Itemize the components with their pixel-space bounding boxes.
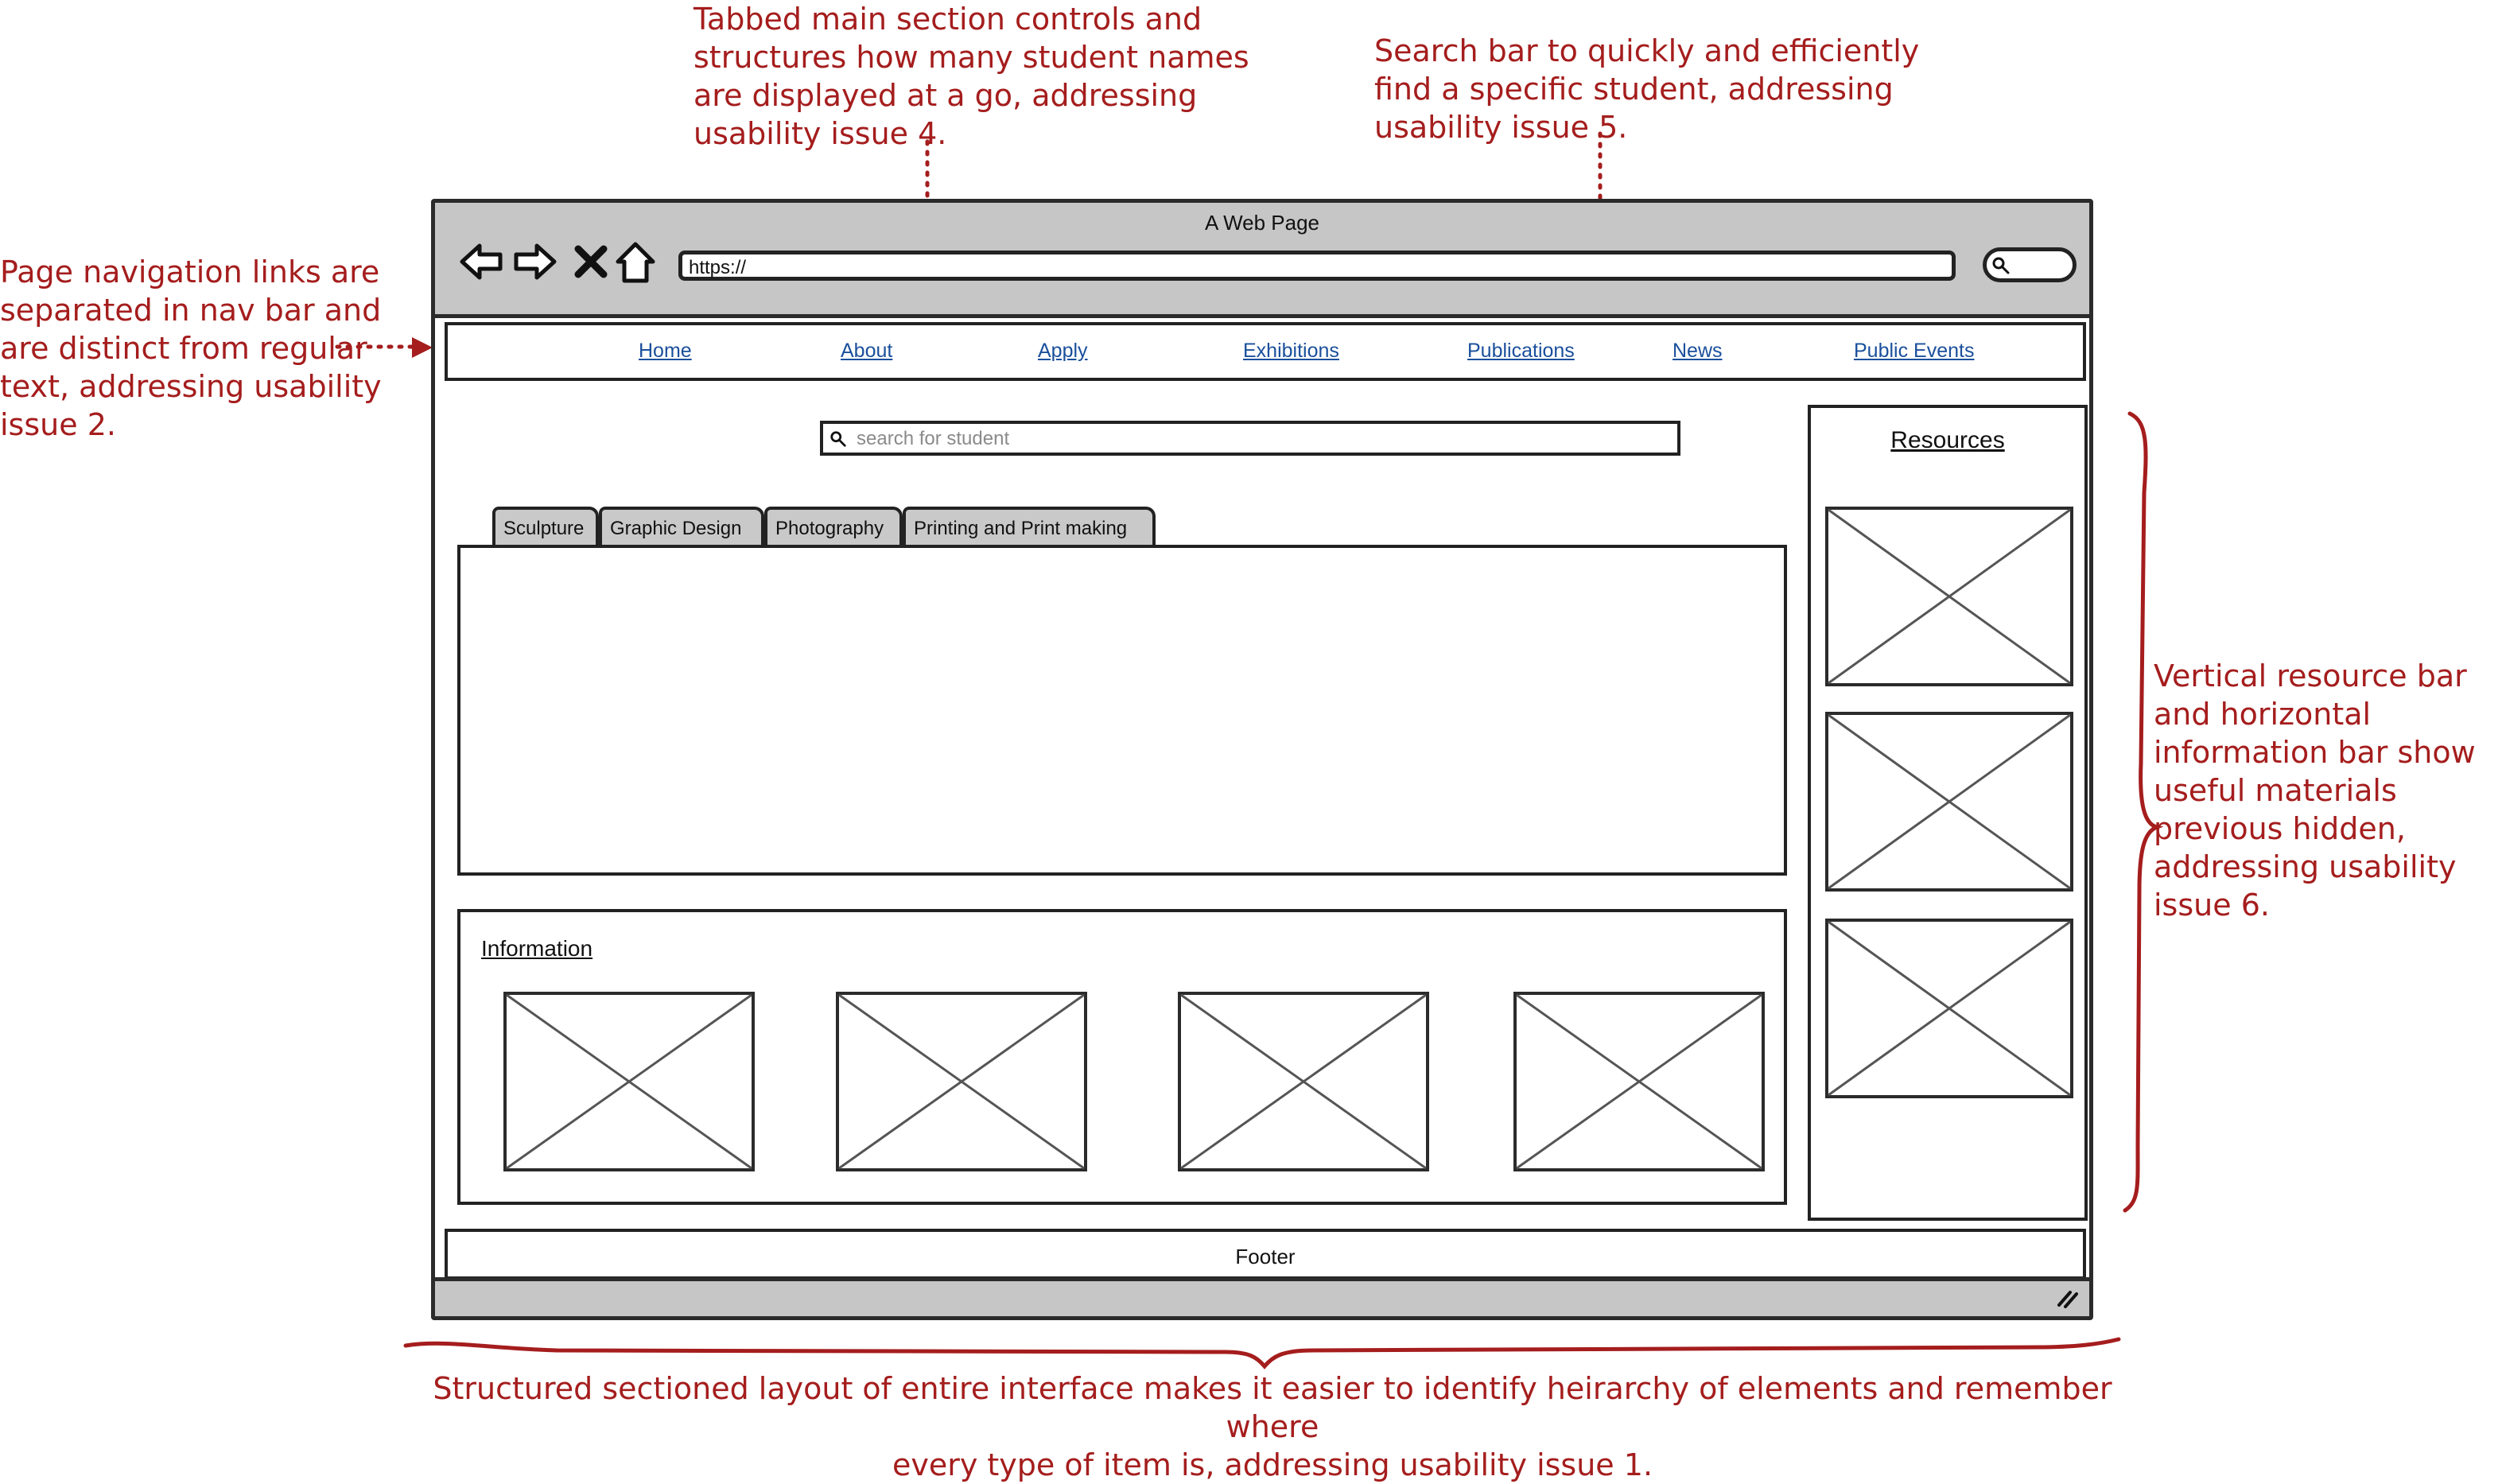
- footer-label: Footer: [1235, 1245, 1296, 1268]
- resize-grip-icon[interactable]: [2054, 1288, 2078, 1308]
- window-title: A Web Page: [1204, 211, 1320, 235]
- forward-arrow-icon[interactable]: [511, 238, 559, 286]
- footer: Footer: [445, 1229, 2086, 1280]
- nav-arrowhead: [412, 337, 433, 358]
- tab-graphic-design[interactable]: Graphic Design: [599, 507, 764, 546]
- resources-title: Resources: [1890, 427, 2005, 453]
- image-placeholder: [1513, 992, 1765, 1171]
- home-icon[interactable]: [612, 238, 659, 286]
- nav-link-public-events[interactable]: Public Events: [1854, 340, 1974, 363]
- url-text: https://: [689, 257, 747, 278]
- tab-printing-and-print-making[interactable]: Printing and Print making: [903, 507, 1156, 546]
- image-placeholder: [1178, 992, 1429, 1171]
- nav-link-about[interactable]: About: [841, 340, 892, 363]
- browser-statusbar: [435, 1277, 2089, 1316]
- resources-panel: Resources: [1808, 405, 2088, 1221]
- image-placeholder: [1825, 712, 2073, 892]
- tab-content-panel: [457, 545, 1787, 876]
- resources-brace: [2123, 411, 2164, 1213]
- nav-link-publications[interactable]: Publications: [1467, 340, 1575, 363]
- browser-titlebar: A Web Page https://: [435, 203, 2089, 318]
- image-placeholder: [1825, 919, 2073, 1098]
- student-search-input[interactable]: [855, 425, 1638, 453]
- information-title: Information: [481, 936, 593, 961]
- image-placeholder: [503, 992, 755, 1171]
- nav-link-home[interactable]: Home: [639, 340, 692, 363]
- browser-search-button[interactable]: [1983, 247, 2077, 282]
- nav-link-news[interactable]: News: [1673, 340, 1723, 363]
- student-search-bar[interactable]: [820, 421, 1680, 456]
- close-x-icon[interactable]: [567, 238, 615, 286]
- tab-sculpture[interactable]: Sculpture: [492, 507, 599, 546]
- image-placeholder: [836, 992, 1087, 1171]
- url-field[interactable]: https://: [678, 251, 1956, 281]
- nav-link-exhibitions[interactable]: Exhibitions: [1243, 340, 1339, 363]
- tab-photography[interactable]: Photography: [764, 507, 903, 546]
- browser-window: A Web Page https:// Home About Apply Exh…: [431, 199, 2093, 1320]
- search-icon: [830, 431, 846, 447]
- layout-brace: [403, 1337, 2121, 1369]
- information-panel: Information: [457, 909, 1787, 1205]
- nav-bar: Home About Apply Exhibitions Publication…: [445, 322, 2086, 381]
- nav-link-apply[interactable]: Apply: [1038, 340, 1088, 363]
- back-arrow-icon[interactable]: [457, 238, 505, 286]
- search-icon: [1992, 257, 2010, 274]
- image-placeholder: [1825, 507, 2073, 686]
